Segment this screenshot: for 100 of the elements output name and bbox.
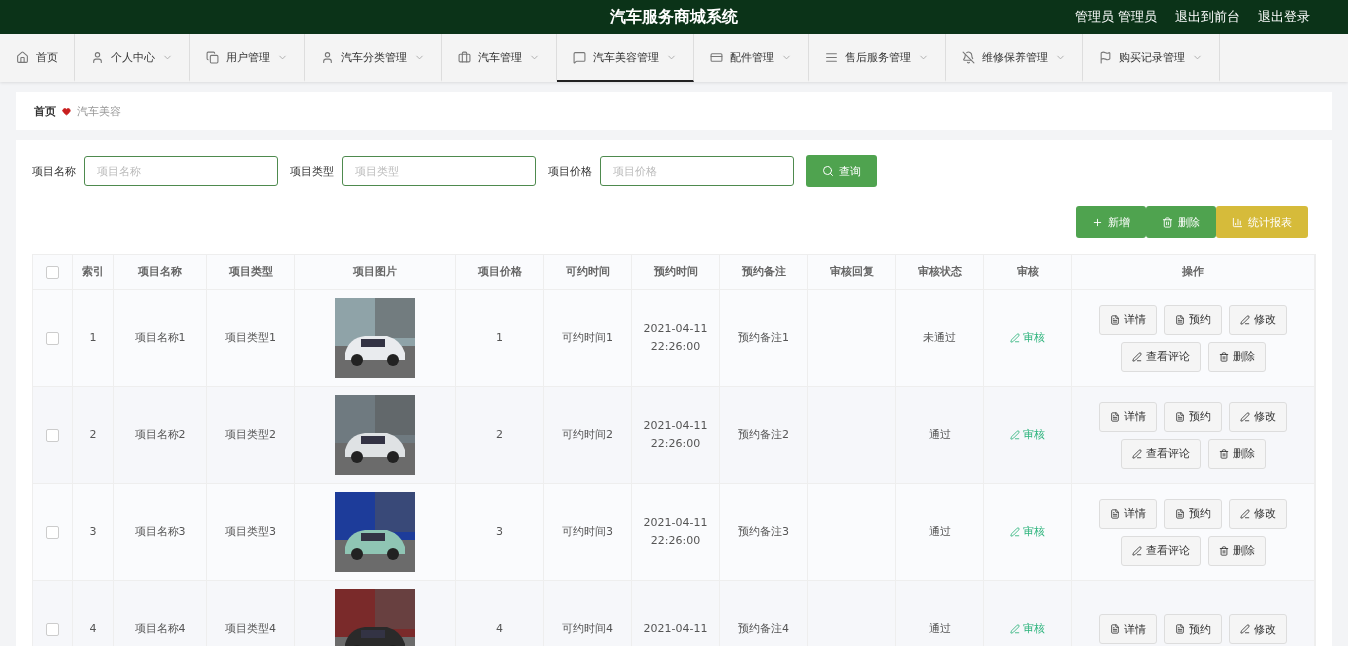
action-button[interactable]: 详情 xyxy=(1099,401,1157,432)
nav-icon xyxy=(91,50,104,64)
nav-icon xyxy=(825,50,838,64)
table-cell-text: 2 xyxy=(89,427,97,443)
nav-icon xyxy=(1099,50,1112,64)
column-header: 项目图片 xyxy=(353,264,397,280)
action-button[interactable]: 删除 xyxy=(1207,341,1266,372)
table-cell-text: 2 xyxy=(496,427,503,443)
column-header: 项目名称 xyxy=(138,264,182,280)
input-field[interactable]: 项目价格 xyxy=(600,156,794,186)
nav-tab[interactable]: 用户管理 xyxy=(190,34,305,82)
checkbox[interactable] xyxy=(46,265,59,279)
nav-icon xyxy=(458,50,471,64)
nav-icon xyxy=(206,50,219,64)
checkbox[interactable] xyxy=(46,525,59,539)
action-button[interactable]: 删除 xyxy=(1207,438,1266,469)
input-field[interactable]: 项目类型 xyxy=(342,156,536,186)
table-cell-text: 预约备注4 xyxy=(738,621,789,637)
header-link[interactable]: 管理员 管理员 xyxy=(1074,8,1157,26)
document-icon xyxy=(1175,624,1185,634)
action-button[interactable]: 预约 xyxy=(1164,304,1222,335)
search-icon xyxy=(822,165,834,177)
action-button[interactable]: 查看评论 xyxy=(1120,535,1201,566)
header-link[interactable]: 退出到前台 xyxy=(1175,8,1240,26)
document-icon xyxy=(1110,411,1120,422)
table-cell-text: 通过 xyxy=(928,621,951,637)
action-button[interactable]: 详情 xyxy=(1099,614,1157,644)
nav-tab[interactable]: 售后服务管理 xyxy=(809,34,946,82)
checkbox[interactable] xyxy=(46,331,59,345)
table-cell-text: 22:26:00 xyxy=(650,339,701,355)
document-icon xyxy=(1175,411,1185,422)
nav-tab[interactable]: 购买记录管理 xyxy=(1083,34,1220,82)
trash-icon xyxy=(1218,545,1229,556)
column-header: 索引 xyxy=(82,264,104,280)
action-button[interactable]: 修改 xyxy=(1229,401,1287,432)
nav-icon xyxy=(16,50,29,64)
pen-icon xyxy=(1240,508,1250,519)
nav-icon xyxy=(573,50,586,64)
checkbox[interactable] xyxy=(46,622,59,636)
heart-icon xyxy=(62,106,71,116)
nav-tab[interactable]: 汽车美容管理 xyxy=(557,34,694,82)
nav-icon xyxy=(710,50,723,64)
action-button[interactable]: 查看评论 xyxy=(1120,341,1201,372)
column-header: 操作 xyxy=(1182,264,1204,280)
nav-icon xyxy=(321,50,334,64)
header-link[interactable]: 退出登录 xyxy=(1258,8,1310,26)
action-button[interactable]: 修改 xyxy=(1229,498,1287,529)
pen-icon xyxy=(1131,448,1142,459)
nav-tab[interactable]: 汽车管理 xyxy=(442,34,557,82)
nav-tab[interactable]: 个人中心 xyxy=(75,34,190,82)
trash-icon xyxy=(1218,448,1229,459)
table-cell-text: 项目名称1 xyxy=(134,330,186,346)
nav-tab[interactable]: 首页 xyxy=(0,34,75,82)
table-cell-text: 可约时间1 xyxy=(562,330,613,346)
field-label: 项目价格 xyxy=(548,163,592,179)
nav-tab[interactable]: 配件管理 xyxy=(694,34,809,82)
document-icon xyxy=(1110,508,1120,519)
input-field[interactable]: 项目名称 xyxy=(84,156,278,186)
trash-icon xyxy=(1218,351,1229,362)
table-cell-text: 2021-04-11 xyxy=(643,621,708,637)
table-cell-text: 预约备注3 xyxy=(738,524,789,540)
table-cell-text: 4 xyxy=(496,621,503,637)
table-cell-text: 1 xyxy=(496,330,503,346)
table-cell-text: 项目名称3 xyxy=(134,524,186,540)
breadcrumb-item[interactable]: 首页 xyxy=(34,103,56,119)
column-header: 预约时间 xyxy=(653,264,698,280)
pen-icon xyxy=(1010,527,1020,537)
table-cell-text: 22:26:00 xyxy=(650,436,701,452)
action-button[interactable]: 预约 xyxy=(1164,498,1222,529)
pen-icon xyxy=(1131,545,1142,556)
action-button[interactable]: 删除 xyxy=(1207,535,1266,566)
action-button[interactable]: 详情 xyxy=(1099,498,1157,529)
column-header: 审核 xyxy=(1016,264,1039,280)
action-button[interactable]: 预约 xyxy=(1164,614,1222,644)
column-header: 审核状态 xyxy=(917,264,962,280)
action-button[interactable]: 修改 xyxy=(1229,614,1287,644)
action-button[interactable]: 详情 xyxy=(1099,304,1157,335)
field-label: 项目类型 xyxy=(290,163,334,179)
action-button[interactable]: 修改 xyxy=(1229,304,1287,335)
document-icon xyxy=(1110,314,1120,325)
column-header: 项目价格 xyxy=(477,264,522,280)
table-cell-text: 未通过 xyxy=(923,330,956,346)
action-button[interactable]: 查看评论 xyxy=(1120,438,1201,469)
pen-icon xyxy=(1010,333,1020,343)
checkbox[interactable] xyxy=(46,428,59,442)
table-cell-text: 可约时间2 xyxy=(562,427,613,443)
pen-icon xyxy=(1131,351,1142,362)
column-header: 项目类型 xyxy=(228,264,273,280)
document-icon xyxy=(1175,314,1185,325)
table-cell-text: 通过 xyxy=(928,524,951,540)
table-cell-text: 2021-04-11 xyxy=(643,418,708,434)
table-cell-text: 22:26:00 xyxy=(650,533,701,549)
nav-tab[interactable]: 维修保养管理 xyxy=(946,34,1083,82)
table-cell-text: 项目类型4 xyxy=(225,621,276,637)
nav-tab[interactable]: 汽车分类管理 xyxy=(305,34,442,82)
table-cell-text: 4 xyxy=(89,621,97,637)
table-cell-text: 项目类型1 xyxy=(225,330,276,346)
action-button[interactable]: 预约 xyxy=(1164,401,1222,432)
field-label: 项目名称 xyxy=(32,163,76,179)
document-icon xyxy=(1110,624,1120,634)
